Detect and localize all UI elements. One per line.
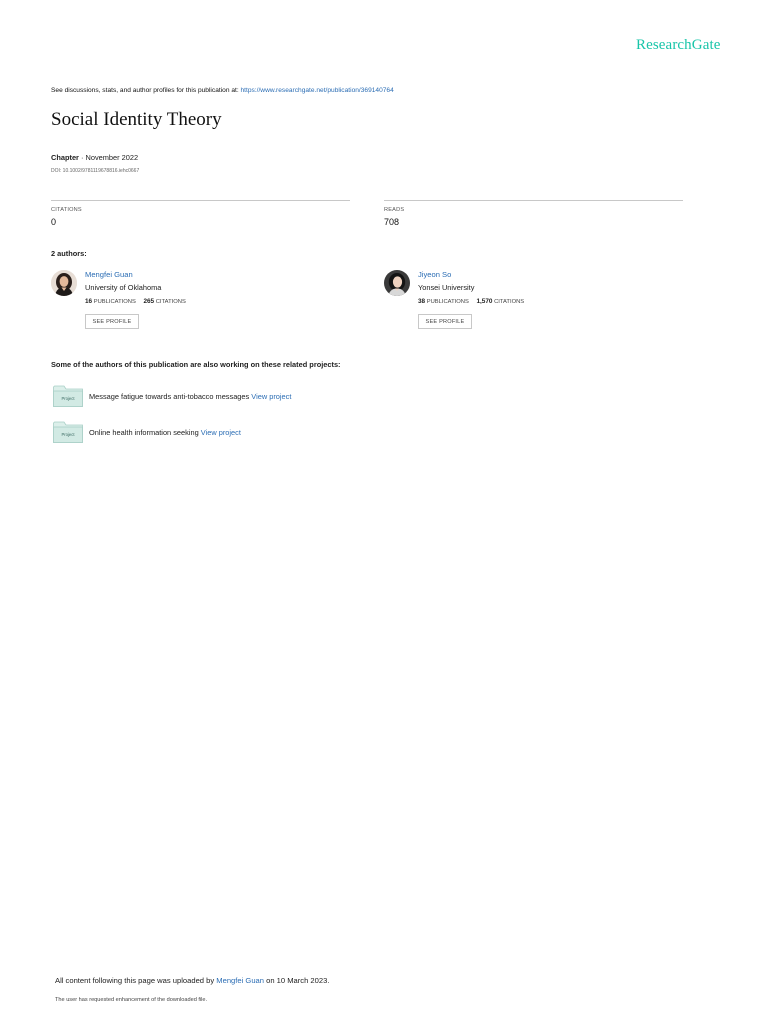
see-profile-button[interactable]: SEE PROFILE [85,314,139,329]
author-stats: 38 PUBLICATIONS 1,570 CITATIONS [418,298,524,305]
author-citations-count: 1,570 [476,298,493,305]
author-institution: Yonsei University [418,283,475,292]
project-item: Project Message fatigue towards anti-tob… [53,385,453,407]
author-card: Mengfei Guan University of Oklahoma 16 P… [51,270,331,334]
author-card: Jiyeon So Yonsei University 38 PUBLICATI… [384,270,664,334]
publication-url-link[interactable]: https://www.researchgate.net/publication… [241,87,394,94]
divider-citations [51,200,350,201]
publication-date: November 2022 [85,153,139,162]
author-citations-count: 265 [143,298,155,305]
project-folder-label: Project [61,396,75,401]
uploader-link[interactable]: Mengfei Guan [216,976,264,985]
author-name-link[interactable]: Mengfei Guan [85,270,133,279]
author-stats: 16 PUBLICATIONS 265 CITATIONS [85,298,186,305]
discussion-line: See discussions, stats, and author profi… [51,87,394,94]
divider-reads [384,200,683,201]
author-institution: University of Oklahoma [85,283,162,292]
publication-type: Chapter [51,153,79,162]
publication-type-date: Chapter · November 2022 [51,153,138,162]
project-title: Message fatigue towards anti-tobacco mes… [89,392,250,401]
reads-value: 708 [384,217,400,227]
author-publications-label: PUBLICATIONS [426,299,469,305]
author-citations-label: CITATIONS [494,299,525,305]
type-date-separator: · [78,153,86,162]
footer-prefix: All content following this page was uplo… [55,976,215,985]
authors-count: 2 authors: [51,249,87,258]
reads-label: READS [384,207,405,213]
discussion-prefix: See discussions, stats, and author profi… [51,87,239,94]
project-text: Online health information seeking View p… [89,428,241,437]
author-publications-label: PUBLICATIONS [93,299,136,305]
related-projects-heading: Some of the authors of this publication … [51,360,341,369]
citations-value: 0 [51,217,57,227]
publication-doi: DOI: 10.1002/9781119678816.iehc0667 [51,168,140,174]
project-folder-label: Project [61,432,75,437]
author-citations-label: CITATIONS [155,299,186,305]
researchgate-logo[interactable]: ResearchGate [636,37,720,54]
footer-suffix: on 10 March 2023. [266,976,330,985]
author-publications-count: 16 [85,298,93,305]
citations-label: CITATIONS [51,207,82,213]
folder-icon: Project [53,385,83,407]
view-project-link[interactable]: View project [251,392,291,401]
publication-title: Social Identity Theory [51,109,222,130]
project-title: Online health information seeking [89,428,199,437]
see-profile-button[interactable]: SEE PROFILE [418,314,472,329]
folder-icon: Project [53,421,83,443]
author-publications-count: 38 [418,298,426,305]
author-avatar[interactable] [51,270,77,296]
author-name-link[interactable]: Jiyeon So [418,270,451,279]
upload-footer: All content following this page was uplo… [55,976,329,985]
view-project-link[interactable]: View project [201,428,241,437]
footer-note: The user has requested enhancement of th… [55,997,208,1003]
author-avatar[interactable] [384,270,410,296]
project-item: Project Online health information seekin… [53,421,453,443]
project-text: Message fatigue towards anti-tobacco mes… [89,392,291,401]
